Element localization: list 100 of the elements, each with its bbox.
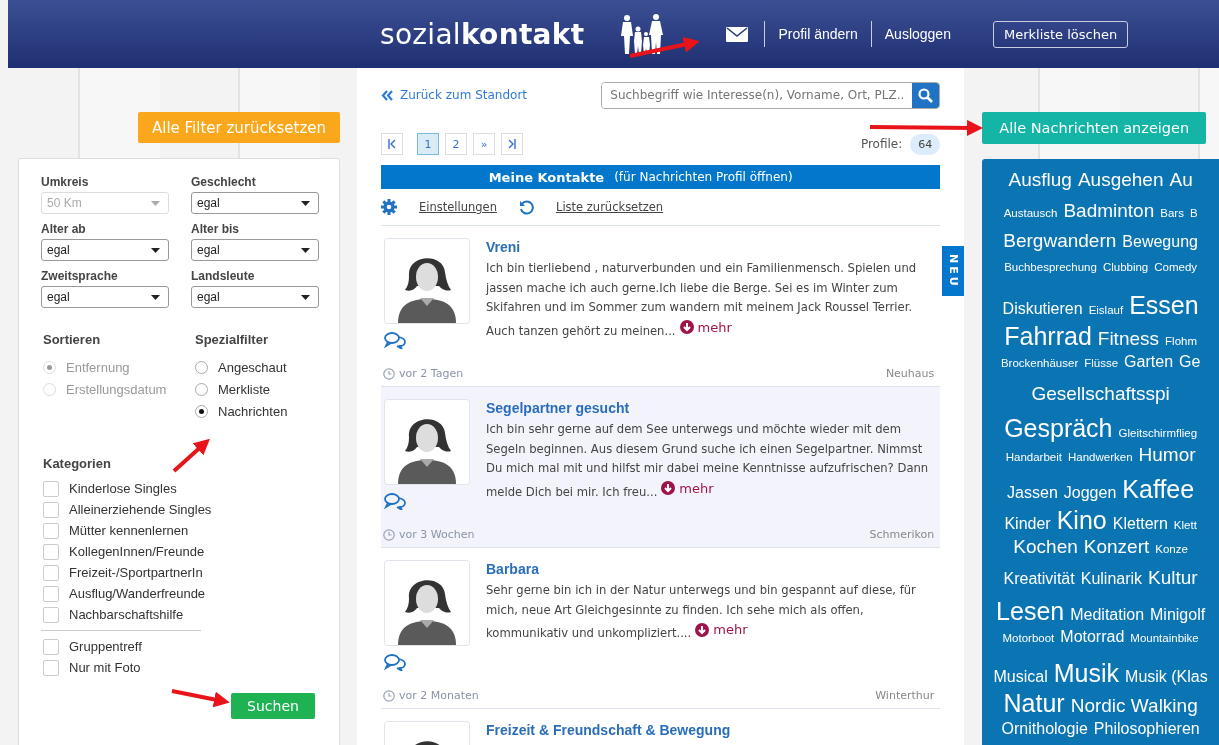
interest-tag[interactable]: B [1189, 206, 1198, 219]
interest-tag[interactable]: Brockenhäuser [1000, 356, 1079, 369]
page-button[interactable]: » [473, 133, 495, 155]
interest-tag[interactable]: Bars [1160, 206, 1184, 219]
interest-tag[interactable]: Kino [1056, 505, 1107, 535]
search-icon[interactable] [912, 82, 940, 108]
interest-tag[interactable]: Austausch [1003, 206, 1058, 219]
interest-tag[interactable]: Joggen [1063, 483, 1117, 502]
page-button[interactable]: 2 [445, 133, 467, 155]
interest-tag[interactable]: Meditation [1070, 606, 1145, 625]
dropdown[interactable]: egal [41, 286, 169, 308]
chat-bubbles-icon[interactable] [384, 653, 406, 671]
profile-listing[interactable] [381, 387, 941, 548]
checkbox[interactable] [43, 522, 59, 539]
interest-tag[interactable]: Motorboot [1002, 631, 1055, 644]
interest-tag[interactable]: Flohm [1165, 334, 1197, 347]
interest-tag[interactable]: Handwerken [1067, 451, 1133, 464]
interest-tag[interactable]: Au [1169, 169, 1193, 191]
interest-tag[interactable]: Garten [1124, 352, 1174, 371]
more-link[interactable]: mehr [661, 478, 714, 498]
interest-tag[interactable]: Gesellschaftsspi [1031, 383, 1170, 406]
interest-tag[interactable]: Kultur [1148, 566, 1198, 589]
listing-title[interactable]: Vreni [486, 239, 939, 255]
listing-title[interactable]: Segelpartner gesucht [486, 400, 939, 416]
interest-tag[interactable]: Minigolf [1150, 606, 1206, 625]
interest-tag[interactable]: Musical [993, 667, 1048, 686]
edit-profile-link[interactable]: Profil ändern [778, 26, 858, 42]
interest-tag[interactable]: Natur [1003, 689, 1065, 719]
checkbox[interactable] [43, 480, 59, 497]
interest-tag[interactable]: Essen [1129, 291, 1199, 321]
interest-tag[interactable]: Kaffee [1122, 474, 1195, 504]
interest-tag[interactable]: Handarbeit [1005, 451, 1062, 464]
action-link[interactable]: Liste zurücksetzen [555, 200, 664, 214]
radio-button[interactable] [195, 360, 208, 374]
search-button[interactable]: Suchen [231, 693, 315, 719]
search-field[interactable]: Suchbegriff wie Interesse(n), Vorname, Ort, PLZ.. [601, 81, 941, 109]
interest-tag[interactable]: Badminton [1063, 199, 1155, 222]
back-link[interactable]: Zurück zum Standort [381, 88, 527, 102]
interest-tag[interactable]: Diskutieren [1002, 300, 1083, 319]
interest-tag[interactable]: Ge [1179, 352, 1201, 371]
checkbox[interactable] [43, 543, 59, 560]
interest-tag[interactable]: Buchbesprechung [1004, 260, 1097, 273]
chat-bubbles-icon[interactable] [384, 331, 406, 349]
logout-link[interactable]: Ausloggen [884, 26, 951, 42]
dropdown[interactable]: egal [41, 239, 169, 261]
interest-tag[interactable]: Musik (Klas [1125, 667, 1208, 686]
mail-icon[interactable] [726, 26, 749, 42]
dropdown[interactable]: egal [191, 239, 319, 261]
checkbox[interactable] [43, 659, 59, 676]
interest-tag[interactable]: Nordic Walking [1070, 695, 1198, 718]
interest-tag[interactable]: Kinder [1004, 514, 1051, 533]
checkbox[interactable] [43, 585, 59, 602]
dropdown[interactable]: egal [191, 286, 319, 308]
show-messages-button[interactable]: Alle Nachrichten anzeigen [982, 112, 1207, 144]
page-button[interactable]: 1 [417, 133, 439, 155]
listing-title[interactable]: Barbara [486, 561, 939, 577]
listing-title[interactable]: Freizeit & Freundschaft & Bewegung [486, 722, 939, 738]
action-link[interactable]: Einstellungen [419, 200, 497, 214]
interest-tag[interactable]: Musik [1053, 658, 1120, 688]
more-link[interactable]: mehr [679, 317, 732, 337]
interest-tag[interactable]: Humor [1138, 444, 1196, 467]
chat-bubbles-icon[interactable] [384, 492, 406, 510]
interest-tag[interactable]: Philosophieren [1093, 719, 1200, 738]
interest-tag[interactable]: Ausgehen [1077, 169, 1164, 191]
interest-tag[interactable]: Klett [1173, 518, 1197, 531]
checkbox[interactable] [43, 638, 59, 655]
site-logo[interactable]: sozialkontakt [380, 17, 585, 51]
interest-tag[interactable]: Clubbing [1102, 260, 1149, 273]
interest-tag[interactable]: Bewegung [1122, 233, 1198, 252]
checkbox[interactable] [43, 501, 59, 518]
more-link[interactable]: mehr [695, 620, 748, 640]
interest-tag[interactable]: Konzert [1083, 536, 1150, 559]
new-tab[interactable]: NEU [942, 246, 965, 296]
interest-tag[interactable]: Gleitschirmflieg [1118, 426, 1198, 439]
interest-tag[interactable]: Comedy [1154, 260, 1198, 273]
clear-list-button[interactable]: Merkliste löschen [992, 20, 1129, 48]
last-page-button[interactable] [501, 133, 523, 155]
interest-tag[interactable]: Kulinarik [1080, 569, 1143, 588]
interest-tag[interactable]: Jassen [1007, 483, 1058, 502]
interest-tag[interactable]: Ausflug [1008, 169, 1072, 191]
interest-tag[interactable]: Motorrad [1060, 627, 1125, 646]
interest-tag[interactable]: Fitness [1097, 327, 1160, 350]
radio-button[interactable] [195, 404, 208, 418]
interest-tag[interactable]: Flüsse [1084, 356, 1119, 369]
checkbox[interactable] [43, 564, 59, 581]
interest-tag[interactable]: Kreativität [1003, 569, 1075, 588]
interest-tag[interactable]: Ornithologie [1001, 719, 1088, 738]
interest-tag[interactable]: Konze [1155, 543, 1188, 556]
profile-listing[interactable]: Freizeit & Freundschaft & Bewegung [381, 709, 941, 745]
radio-button[interactable] [195, 382, 208, 396]
first-page-button[interactable] [381, 133, 403, 155]
interest-tag[interactable]: Mountainbike [1130, 631, 1199, 644]
interest-tag[interactable]: Klettern [1112, 514, 1168, 533]
interest-tag[interactable]: Lesen [996, 597, 1065, 627]
checkbox[interactable] [43, 606, 59, 623]
interest-tag[interactable]: Gespräch [1004, 413, 1113, 443]
interest-tag[interactable]: Kochen [1013, 536, 1078, 559]
interest-tag[interactable]: Fahrrad [1004, 321, 1092, 351]
interest-tag[interactable]: Bergwandern [1003, 230, 1117, 253]
dropdown[interactable]: egal [191, 192, 319, 214]
